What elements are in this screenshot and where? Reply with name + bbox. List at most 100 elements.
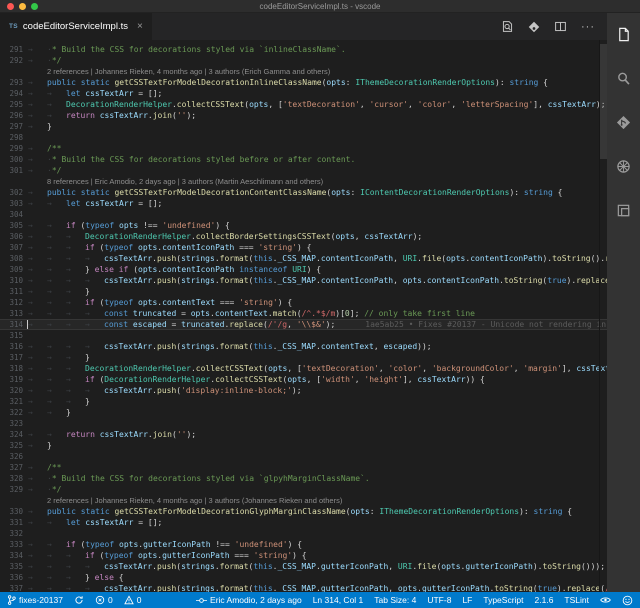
line-number[interactable]: 319 — [0, 374, 23, 385]
line-number[interactable]: 295 — [0, 99, 23, 110]
line-number[interactable]: 335 — [0, 561, 23, 572]
line-number[interactable]: 333 — [0, 539, 23, 550]
more-actions-icon[interactable]: ··· — [581, 21, 595, 33]
line-number[interactable]: 304 — [0, 209, 23, 220]
gitlens-icon[interactable] — [528, 21, 540, 33]
blame-toggle-item[interactable] — [600, 595, 611, 605]
line-number[interactable]: 337 — [0, 583, 23, 592]
tab-whitespace-arrow: → — [28, 121, 47, 132]
line-number[interactable]: 327 — [0, 462, 23, 473]
tslint-item[interactable]: TSLint — [564, 595, 589, 605]
code-line: 297→} — [0, 121, 607, 132]
line-number[interactable]: 321 — [0, 396, 23, 407]
tab-whitespace-arrow: → — [28, 572, 47, 583]
errors-item[interactable]: 0 — [95, 595, 113, 605]
vertical-scrollbar[interactable] — [600, 44, 607, 159]
tab-whitespace-arrow: → — [47, 517, 66, 528]
search-icon[interactable] — [613, 67, 635, 89]
ts-version-item[interactable]: 2.1.6 — [535, 595, 554, 605]
tab-whitespace-arrow: → — [47, 308, 66, 319]
code-line: 304 — [0, 209, 607, 220]
tab-size-item[interactable]: Tab Size: 4 — [374, 595, 416, 605]
line-number[interactable]: 325 — [0, 440, 23, 451]
line-number[interactable]: 299 — [0, 143, 23, 154]
line-number[interactable]: 302 — [0, 187, 23, 198]
tab-whitespace-arrow: → — [47, 572, 66, 583]
debug-icon[interactable] — [613, 155, 635, 177]
codelens-annotation[interactable]: 2 references | Johannes Rieken, 4 months… — [0, 66, 607, 77]
code-line: 292→·*/ — [0, 55, 607, 66]
line-number[interactable]: 294 — [0, 88, 23, 99]
line-number[interactable]: 332 — [0, 528, 23, 539]
source-control-icon[interactable] — [613, 111, 635, 133]
tab-label: codeEditorServiceImpl.ts — [23, 21, 128, 32]
cursor-position-item[interactable]: Ln 314, Col 1 — [313, 595, 364, 605]
line-number[interactable]: 324 — [0, 429, 23, 440]
line-number[interactable]: 320 — [0, 385, 23, 396]
line-number[interactable]: 326 — [0, 451, 23, 462]
tab-close-icon[interactable]: × — [137, 21, 143, 32]
line-number[interactable]: 318 — [0, 363, 23, 374]
title-bar: codeEditorServiceImpl.ts - vscode — [0, 0, 640, 13]
sync-item[interactable] — [74, 595, 84, 605]
line-number[interactable]: 307 — [0, 242, 23, 253]
line-number[interactable]: 310 — [0, 275, 23, 286]
codelens-annotation[interactable]: 8 references | Eric Amodio, 2 days ago |… — [0, 176, 607, 187]
feedback-item[interactable] — [622, 595, 633, 606]
line-number[interactable]: 303 — [0, 198, 23, 209]
tab-whitespace-arrow: → — [47, 297, 66, 308]
code-line: 320→→→→cssTextArr.push('display:inline-b… — [0, 385, 607, 396]
code-line: 301→·*/ — [0, 165, 607, 176]
eol-item[interactable]: LF — [462, 595, 472, 605]
line-number[interactable]: 330 — [0, 506, 23, 517]
line-number[interactable]: 308 — [0, 253, 23, 264]
tab-whitespace-arrow: → — [66, 550, 85, 561]
explorer-icon[interactable] — [613, 23, 635, 45]
line-number[interactable]: 311 — [0, 286, 23, 297]
encoding-item[interactable]: UTF-8 — [427, 595, 451, 605]
line-number[interactable]: 322 — [0, 407, 23, 418]
line-number[interactable]: 314 — [0, 319, 23, 330]
line-number[interactable]: 301 — [0, 165, 23, 176]
extensions-icon[interactable] — [613, 199, 635, 221]
codelens-annotation[interactable]: 2 references | Johannes Rieken, 4 months… — [0, 495, 607, 506]
gitlens-blame-item[interactable]: Eric Amodio, 2 days ago — [196, 595, 302, 605]
line-number[interactable]: 312 — [0, 297, 23, 308]
git-branch-item[interactable]: fixes-20137 — [7, 595, 63, 605]
tab-whitespace-arrow: → — [85, 385, 104, 396]
window-title: codeEditorServiceImpl.ts - vscode — [0, 0, 640, 13]
line-number[interactable]: 323 — [0, 418, 23, 429]
line-number[interactable]: 317 — [0, 352, 23, 363]
split-editor-icon[interactable] — [554, 20, 567, 33]
line-number[interactable]: 293 — [0, 77, 23, 88]
code-line: 321→→→} — [0, 396, 607, 407]
line-number[interactable]: 305 — [0, 220, 23, 231]
tab-whitespace-arrow: → — [66, 297, 85, 308]
line-number[interactable]: 309 — [0, 264, 23, 275]
line-number[interactable]: 296 — [0, 110, 23, 121]
tab-whitespace-arrow: → — [66, 275, 85, 286]
line-number[interactable]: 300 — [0, 154, 23, 165]
line-number[interactable]: 291 — [0, 44, 23, 55]
tab-codeEditorServiceImpl[interactable]: TS codeEditorServiceImpl.ts × — [0, 13, 152, 40]
warnings-item[interactable]: 0 — [124, 595, 142, 605]
line-number[interactable]: 292 — [0, 55, 23, 66]
line-number[interactable]: 329 — [0, 484, 23, 495]
open-preview-icon[interactable] — [501, 20, 514, 33]
tab-whitespace-arrow: → — [47, 550, 66, 561]
code-line: 307→→→if (typeof opts.contentIconPath ==… — [0, 242, 607, 253]
line-number[interactable]: 313 — [0, 308, 23, 319]
language-mode-item[interactable]: TypeScript — [483, 595, 523, 605]
line-number[interactable]: 306 — [0, 231, 23, 242]
line-number[interactable]: 316 — [0, 341, 23, 352]
line-number[interactable]: 334 — [0, 550, 23, 561]
line-number[interactable]: 331 — [0, 517, 23, 528]
tab-whitespace-arrow: → — [47, 539, 66, 550]
line-number[interactable]: 336 — [0, 572, 23, 583]
line-number[interactable]: 315 — [0, 330, 23, 341]
code-editor[interactable]: 291→·* Build the CSS for decorations sty… — [0, 40, 607, 592]
gitlens-blame-ghost-text: 1ae5ab25 • Fixes #20137 - Unicode not re… — [335, 320, 607, 329]
line-number[interactable]: 328 — [0, 473, 23, 484]
line-number[interactable]: 297 — [0, 121, 23, 132]
line-number[interactable]: 298 — [0, 132, 23, 143]
